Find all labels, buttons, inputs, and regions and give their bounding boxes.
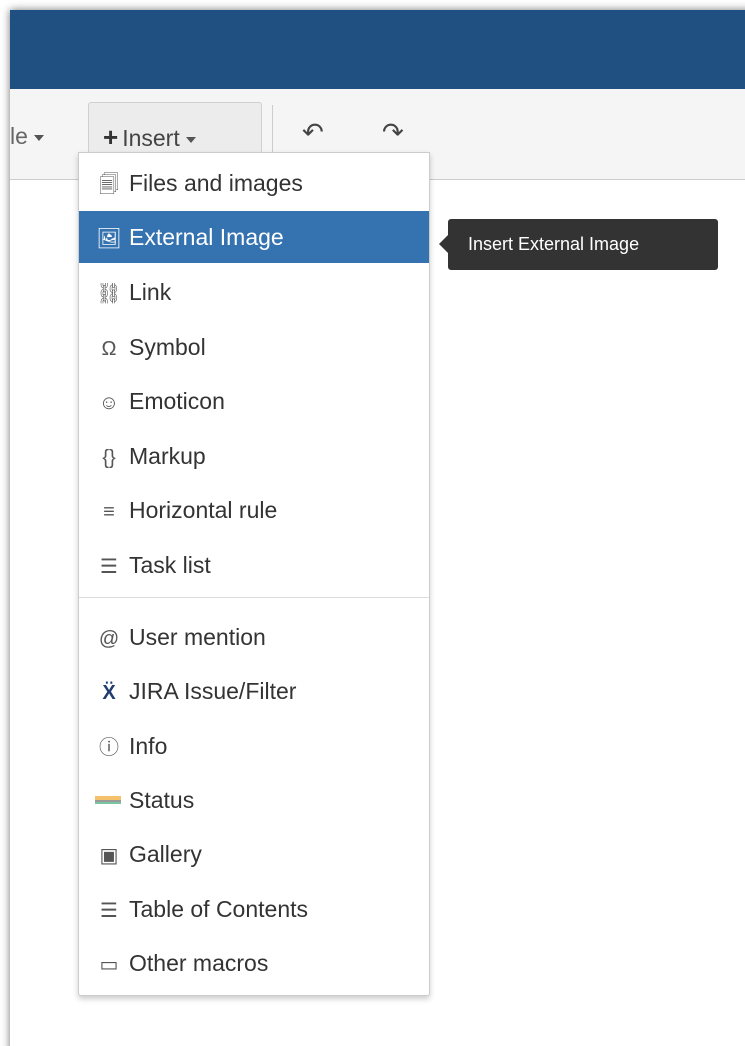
- menu-item-link[interactable]: ⛓ Link: [79, 266, 429, 318]
- menu-item-label: JIRA Issue/Filter: [129, 678, 297, 704]
- jira-icon: Ẍ: [102, 682, 116, 704]
- menu-item-label: Gallery: [129, 841, 202, 867]
- at-icon: @: [98, 628, 120, 650]
- menu-item-info[interactable]: ⓘ Info: [79, 720, 429, 772]
- chevron-down-icon: [185, 136, 196, 143]
- menu-item-symbol[interactable]: Ω Symbol: [79, 321, 429, 373]
- menu-item-other-macros[interactable]: ▭ Other macros: [79, 937, 429, 989]
- chevron-down-icon: [33, 134, 44, 141]
- menu-item-label: Link: [129, 279, 172, 305]
- menu-item-label: Emoticon: [129, 388, 225, 414]
- style-label: le: [10, 123, 28, 149]
- menu-item-external-image[interactable]: 🖼 External Image: [79, 211, 429, 263]
- toc-icon: ☰: [100, 900, 118, 922]
- info-icon: ⓘ: [99, 737, 119, 759]
- insert-label: Insert: [122, 125, 180, 151]
- menu-item-files-images[interactable]: 🗐 Files and images: [79, 157, 429, 209]
- redo-icon: ↷: [382, 117, 404, 147]
- task-list-icon: ☰: [100, 556, 118, 578]
- omega-icon: Ω: [101, 338, 117, 360]
- menu-divider: [79, 597, 429, 598]
- menu-item-toc[interactable]: ☰ Table of Contents: [79, 883, 429, 935]
- menu-item-label: Other macros: [129, 950, 269, 976]
- undo-icon: ↶: [302, 117, 324, 147]
- menu-item-label: Symbol: [129, 334, 206, 360]
- menu-item-jira[interactable]: Ẍ JIRA Issue/Filter: [79, 665, 429, 717]
- smiley-icon: ☺: [98, 392, 120, 414]
- macros-icon: ▭: [99, 954, 119, 976]
- menu-item-label: External Image: [129, 224, 284, 250]
- menu-item-label: Table of Contents: [129, 896, 309, 922]
- menu-item-label: Status: [129, 787, 195, 813]
- menu-item-user-mention[interactable]: @ User mention: [79, 611, 429, 663]
- status-icon: [95, 795, 121, 808]
- external-image-icon: 🖼: [96, 228, 122, 250]
- gallery-icon: ▣: [99, 845, 119, 867]
- menu-item-task-list[interactable]: ☰ Task list: [79, 539, 429, 591]
- tooltip-text: Insert External Image: [468, 234, 640, 254]
- menu-item-markup[interactable]: {} Markup: [79, 430, 429, 482]
- menu-item-label: Info: [129, 733, 168, 759]
- link-icon: ⛓: [96, 283, 122, 305]
- menu-item-emoticon[interactable]: ☺ Emoticon: [79, 375, 429, 427]
- braces-icon: {}: [102, 447, 116, 469]
- plus-icon: +: [103, 122, 119, 152]
- files-images-icon: 🗐: [99, 174, 119, 196]
- menu-item-label: Files and images: [129, 170, 303, 196]
- insert-dropdown-menu: 🗐 Files and images 🖼 External Image ⛓ Link …: [78, 152, 430, 996]
- horizontal-rule-icon: ≡: [103, 501, 115, 523]
- menu-item-label: Task list: [129, 552, 211, 578]
- undo-button[interactable]: ↶: [302, 113, 324, 151]
- paragraph-style-dropdown[interactable]: le: [10, 114, 44, 158]
- app-header: [10, 10, 745, 89]
- menu-item-gallery[interactable]: ▣ Gallery: [79, 828, 429, 880]
- menu-item-label: User mention: [129, 624, 266, 650]
- menu-item-horizontal-rule[interactable]: ≡ Horizontal rule: [79, 484, 429, 536]
- menu-item-status[interactable]: Status: [79, 774, 429, 826]
- menu-item-label: Markup: [129, 443, 206, 469]
- tooltip: Insert External Image: [439, 219, 718, 270]
- menu-item-label: Horizontal rule: [129, 497, 278, 523]
- redo-button[interactable]: ↷: [382, 113, 404, 151]
